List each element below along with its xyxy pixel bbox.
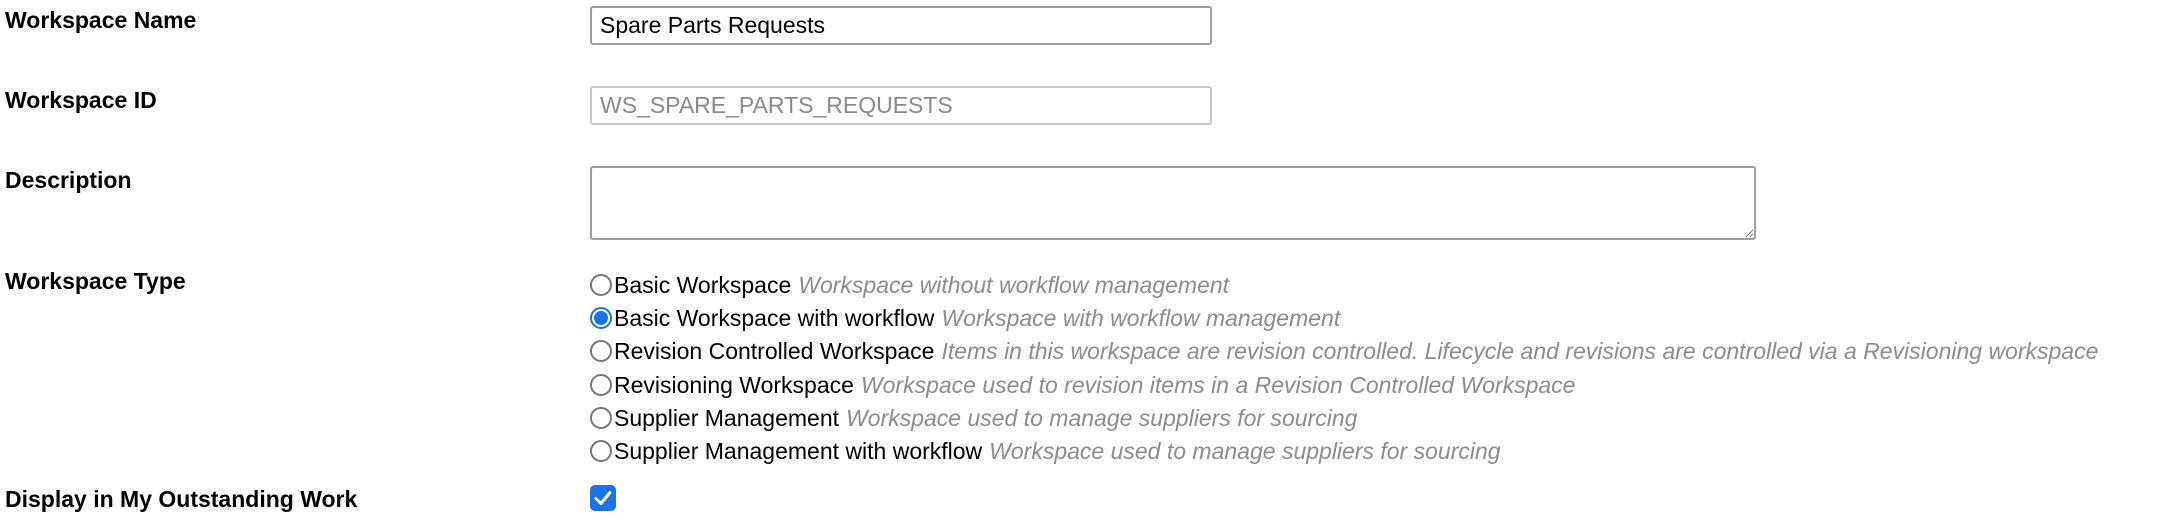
option-label[interactable]: Revision Controlled Workspace [614, 337, 934, 365]
workspace-type-option[interactable]: Supplier Management Workspace used to ma… [590, 401, 2098, 434]
workspace-type-option[interactable]: Supplier Management with workflow Worksp… [590, 434, 2098, 467]
workspace-name-label: Workspace Name [5, 7, 197, 33]
description-textarea[interactable] [590, 166, 1756, 240]
option-label[interactable]: Basic Workspace with workflow [614, 304, 934, 332]
outstanding-work-checkbox[interactable] [590, 485, 616, 511]
option-label[interactable]: Basic Workspace [614, 271, 791, 299]
workspace-id-input [590, 86, 1212, 125]
radio-button[interactable] [590, 406, 612, 429]
option-description: Workspace used to manage suppliers for s… [989, 438, 1501, 465]
workspace-type-option[interactable]: Basic Workspace Workspace without workfl… [590, 268, 2098, 301]
radio-button[interactable] [590, 273, 612, 296]
option-description: Items in this workspace are revision con… [941, 338, 2099, 365]
option-label[interactable]: Supplier Management [614, 404, 839, 432]
option-description: Workspace used to revision items in a Re… [860, 371, 1576, 398]
outstanding-work-label: Display in My Outstanding Work [5, 486, 358, 512]
workspace-id-label: Workspace ID [5, 87, 157, 113]
workspace-type-label: Workspace Type [5, 268, 186, 294]
option-description: Workspace with workflow management [941, 304, 1341, 331]
workspace-type-radio-group: Basic Workspace Workspace without workfl… [590, 268, 2098, 468]
description-label: Description [5, 167, 132, 193]
radio-button[interactable] [590, 306, 612, 329]
checkmark-icon [594, 491, 612, 505]
option-label[interactable]: Revisioning Workspace [614, 371, 854, 399]
workspace-type-option[interactable]: Revisioning Workspace Workspace used to … [590, 368, 2098, 401]
option-description: Workspace without workflow management [798, 271, 1230, 298]
radio-button[interactable] [590, 440, 612, 463]
workspace-type-option[interactable]: Revision Controlled Workspace Items in t… [590, 335, 2098, 368]
radio-button[interactable] [590, 340, 612, 363]
workspace-name-input[interactable] [590, 6, 1212, 45]
option-description: Workspace used to manage suppliers for s… [846, 404, 1358, 431]
option-label[interactable]: Supplier Management with workflow [614, 437, 982, 465]
radio-button[interactable] [590, 373, 612, 396]
workspace-type-option[interactable]: Basic Workspace with workflow Workspace … [590, 301, 2098, 334]
